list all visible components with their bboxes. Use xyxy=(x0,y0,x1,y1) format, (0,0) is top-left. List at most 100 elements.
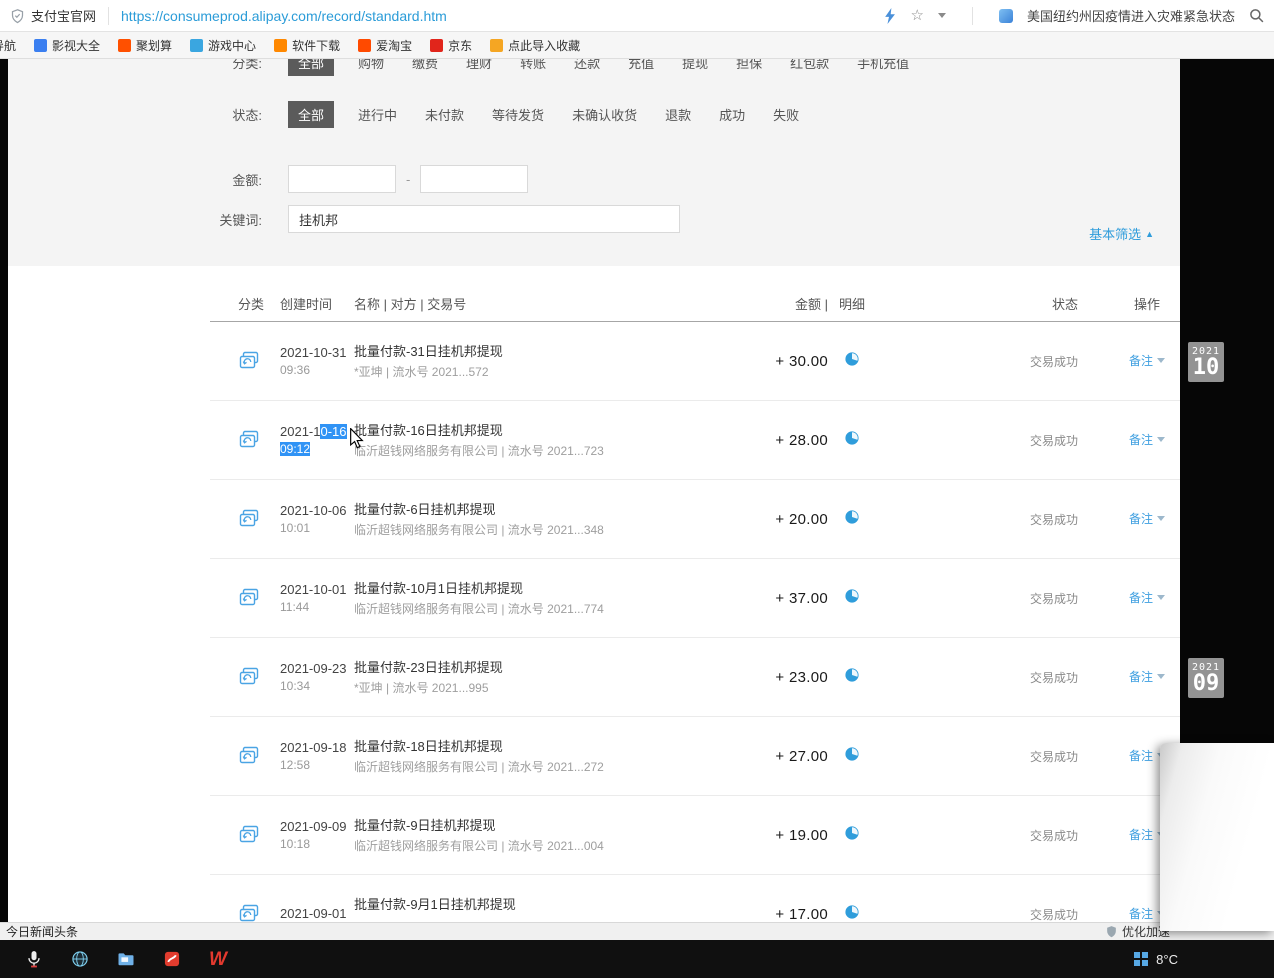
lightning-icon[interactable] xyxy=(884,7,897,24)
category-tab[interactable]: 还款 xyxy=(574,58,600,72)
category-tab[interactable]: 转账 xyxy=(520,58,546,72)
row-status: 交易成功 xyxy=(1029,749,1078,764)
row-date: 2021-10-16 xyxy=(280,423,347,439)
transaction-row: 2021-09-09 10:18 批量付款-9日挂机邦提现 临沂超钱网络服务有限… xyxy=(210,796,1180,875)
category-tab[interactable]: 购物 xyxy=(358,58,384,72)
row-date: 2021-10-01 xyxy=(280,581,347,597)
wps-icon[interactable]: W xyxy=(206,947,230,971)
status-tab[interactable]: 退款 xyxy=(665,105,691,124)
keyword-input[interactable] xyxy=(288,205,680,233)
remark-link[interactable]: 备注 xyxy=(1129,431,1165,448)
category-tab[interactable]: 充值 xyxy=(628,58,654,72)
row-amount: + 27.00 xyxy=(775,747,828,765)
folder-icon[interactable] xyxy=(114,947,138,971)
transaction-row: 2021-10-01 11:44 批量付款-10月1日挂机邦提现 临沂超钱网络服… xyxy=(210,559,1180,638)
temperature-readout[interactable]: 8°C xyxy=(1156,952,1178,967)
basic-filter-toggle[interactable]: 基本筛选 ▲ xyxy=(1089,224,1154,243)
bookmark-favicon xyxy=(274,38,288,52)
remark-link[interactable]: 备注 xyxy=(1129,589,1165,606)
bookmark-item[interactable]: 游戏中心 xyxy=(190,37,256,54)
bookmark-item[interactable]: 点此导入收藏 xyxy=(490,37,580,54)
detail-pie-icon[interactable] xyxy=(845,509,859,524)
row-subtitle: 临沂超钱网络服务有限公司 | 流水号 2021...348 xyxy=(354,522,604,537)
category-tab[interactable]: 全部 xyxy=(288,58,335,76)
remark-link[interactable]: 备注 xyxy=(1129,510,1165,527)
category-tab[interactable]: 担保 xyxy=(736,58,762,72)
batch-payment-icon xyxy=(238,745,280,767)
bottom-news-bar: 今日新闻头条 优化加速 xyxy=(0,922,1274,940)
row-amount: + 19.00 xyxy=(775,826,828,844)
row-date: 2021-10-31 xyxy=(280,344,347,360)
status-tab[interactable]: 全部 xyxy=(288,100,335,128)
detail-pie-icon[interactable] xyxy=(845,588,859,603)
badge-month: 09 xyxy=(1192,671,1220,696)
favorite-star-icon[interactable]: ☆ xyxy=(911,8,924,23)
row-time: 10:18 xyxy=(280,836,311,851)
category-tab[interactable]: 提现 xyxy=(682,58,708,72)
bookmark-item[interactable]: 京东 xyxy=(430,37,472,54)
row-time: 12:58 xyxy=(280,757,311,772)
status-tab[interactable]: 成功 xyxy=(719,105,745,124)
status-tab[interactable]: 失败 xyxy=(773,105,799,124)
remark-link-label: 备注 xyxy=(1128,670,1153,684)
popup-overlay-panel xyxy=(1160,743,1274,931)
row-title: 批量付款-31日挂机邦提现 xyxy=(354,343,503,359)
favorites-chevron-down-icon[interactable] xyxy=(937,13,946,18)
status-tabs: 全部 进行中 未付款 等待发货 未确认收货 退款 成功 失败 xyxy=(288,100,827,128)
category-tab[interactable]: 理财 xyxy=(466,58,492,72)
timeline-month-badge: 2021 10 xyxy=(1188,342,1224,382)
status-tab[interactable]: 未确认收货 xyxy=(572,105,637,124)
detail-pie-icon[interactable] xyxy=(845,746,859,761)
category-tab[interactable]: 缴费 xyxy=(412,58,438,72)
category-label: 分类: xyxy=(232,58,262,71)
bookmark-item[interactable]: 导航 xyxy=(0,37,16,54)
detail-pie-icon[interactable] xyxy=(845,825,859,840)
globe-icon[interactable] xyxy=(68,947,92,971)
detail-pie-icon[interactable] xyxy=(845,667,859,682)
chevron-down-icon xyxy=(1157,674,1165,679)
status-tab[interactable]: 进行中 xyxy=(358,105,397,124)
detail-pie-icon[interactable] xyxy=(845,430,859,445)
weather-widget-icon[interactable] xyxy=(1134,952,1149,966)
row-date: 2021-09-18 xyxy=(280,739,347,755)
url-input[interactable]: https://consumeprod.alipay.com/record/st… xyxy=(121,8,447,24)
news-ticker[interactable]: 美国纽约州因疫情进入灾难紧急状态 xyxy=(1027,6,1235,25)
chevron-down-icon xyxy=(1157,516,1165,521)
news-headline-link[interactable]: 今日新闻头条 xyxy=(6,923,78,940)
site-identity[interactable]: 支付宝官网 xyxy=(10,6,96,25)
row-title: 批量付款-9月1日挂机邦提现 xyxy=(354,896,516,912)
bookmark-label: 游戏中心 xyxy=(208,38,257,53)
category-tab[interactable]: 手机充值 xyxy=(857,58,909,72)
microphone-icon[interactable] xyxy=(22,947,46,971)
bookmark-item[interactable]: 影视大全 xyxy=(34,37,100,54)
remark-link-label: 备注 xyxy=(1128,828,1153,842)
remark-link[interactable]: 备注 xyxy=(1129,668,1165,685)
bookmark-item[interactable]: 爱淘宝 xyxy=(358,37,412,54)
row-status: 交易成功 xyxy=(1029,512,1078,527)
amount-min-input[interactable] xyxy=(288,165,396,193)
detail-pie-icon[interactable] xyxy=(845,351,859,366)
row-title: 批量付款-6日挂机邦提现 xyxy=(354,501,496,517)
status-tab[interactable]: 未付款 xyxy=(425,105,464,124)
bookmark-item[interactable]: 软件下载 xyxy=(274,37,340,54)
bookmark-item[interactable]: 聚划算 xyxy=(118,37,172,54)
header-action: 操作 xyxy=(1133,296,1160,312)
bookmark-label: 影视大全 xyxy=(52,38,101,53)
chevron-down-icon xyxy=(1157,358,1165,363)
browser-app-icon[interactable] xyxy=(160,947,184,971)
keyword-label: 关键词: xyxy=(219,212,262,228)
row-amount: + 37.00 xyxy=(775,589,828,607)
category-tab[interactable]: 红包款 xyxy=(790,58,829,72)
remark-link-label: 备注 xyxy=(1128,907,1153,921)
status-tab[interactable]: 等待发货 xyxy=(492,105,544,124)
extension-icon[interactable] xyxy=(998,8,1013,23)
taskbar: W 8°C xyxy=(0,940,1274,978)
amount-max-input[interactable] xyxy=(420,165,529,193)
search-icon[interactable] xyxy=(1249,8,1264,23)
status-label: 状态: xyxy=(232,107,262,123)
basic-filter-label: 基本筛选 xyxy=(1089,227,1142,242)
detail-pie-icon[interactable] xyxy=(845,904,859,919)
chevron-down-icon xyxy=(1157,595,1165,600)
header-detail: 明细 xyxy=(838,296,865,312)
remark-link[interactable]: 备注 xyxy=(1129,352,1165,369)
